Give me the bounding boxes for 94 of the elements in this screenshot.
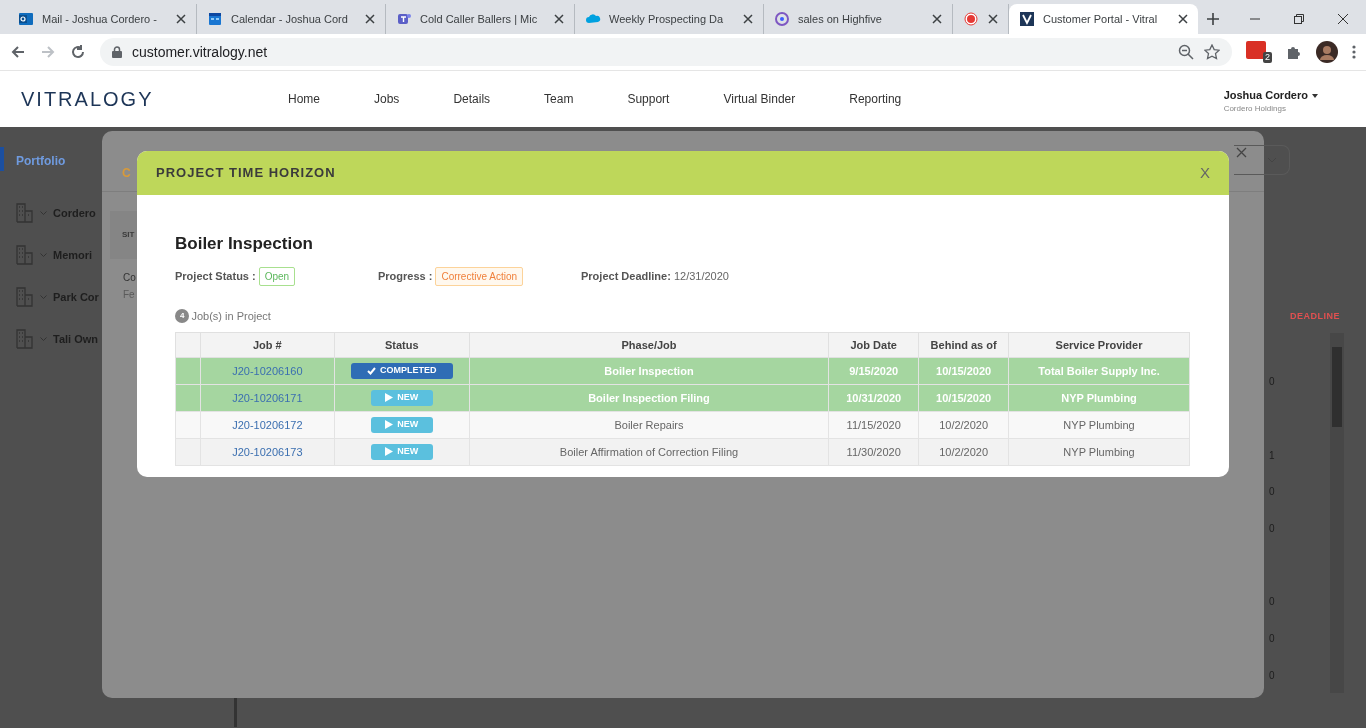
nav-link[interactable]: Virtual Binder [696, 90, 823, 108]
table-cell: Boiler Affirmation of Correction Filing [469, 438, 829, 466]
ring-icon [774, 11, 790, 27]
site-icon [1019, 11, 1035, 27]
tab-title: Weekly Prospecting Da [609, 11, 724, 27]
active-marker [0, 147, 4, 171]
jobs-count-label: Job(s) in Project [191, 308, 271, 324]
tab-title: sales on Highfive [798, 11, 882, 27]
table-cell: Boiler Inspection Filing [469, 384, 829, 412]
tab-title: Calendar - Joshua Cord [231, 11, 348, 27]
tab-title: Mail - Joshua Cordero - [42, 11, 157, 27]
table-cell: NYP Plumbing [1008, 384, 1190, 412]
building-icon [16, 329, 34, 349]
logo[interactable]: VITRALOGY [21, 84, 261, 114]
table-row[interactable]: J20-10206173 NEW Boiler Affirmation of Correction Filing 11/30/2020 10/2/2020 NYP Plumbing [175, 438, 1190, 466]
nav-link[interactable]: Support [600, 90, 697, 108]
nav-link[interactable]: Jobs [347, 90, 427, 108]
avatar-icon[interactable] [1316, 41, 1338, 63]
column-heading: DEADLINE [1290, 310, 1340, 323]
back-icon[interactable] [10, 44, 26, 60]
record-icon [963, 11, 979, 27]
sidebar-title: Portfolio [16, 153, 66, 170]
browser-tab[interactable]: Customer Portal - Vitral [1009, 4, 1198, 34]
new-tab-icon[interactable] [1206, 12, 1220, 26]
table-cell: NYP Plumbing [1008, 411, 1190, 439]
close-icon[interactable] [743, 14, 753, 24]
zoom-icon[interactable] [1178, 44, 1194, 60]
close-icon[interactable] [554, 14, 564, 24]
status-badge: Open [258, 266, 296, 286]
row-title: Co [123, 271, 136, 285]
column-header: Job # [200, 332, 335, 358]
nav-link[interactable]: Home [261, 90, 347, 108]
column-header: Phase/Job [469, 332, 829, 358]
table-cell: Boiler Inspection [469, 357, 829, 385]
status-badge: NEW [370, 416, 433, 433]
status-badge: COMPLETED [350, 362, 453, 379]
table-cell: Total Boiler Supply Inc. [1008, 357, 1190, 385]
table-cell: 10/2/2020 [918, 438, 1009, 466]
close-icon[interactable] [365, 14, 375, 24]
company-name: Cordero Holdings [1223, 103, 1287, 116]
user-menu[interactable]: Joshua Cordero [1223, 86, 1318, 104]
dialog-title: PROJECT TIME HORIZON [156, 164, 336, 183]
table-cell: 11/30/2020 [828, 438, 919, 466]
restore-icon[interactable] [1294, 14, 1304, 24]
table-cell: Boiler Repairs [469, 411, 829, 439]
deadline-text: Project Deadline: 12/31/2020 [581, 268, 729, 284]
progress-label: Progress : [378, 268, 433, 284]
calendar-icon [207, 11, 223, 27]
count-badge: 4 [175, 308, 190, 323]
column-header: Job Date [828, 332, 919, 358]
address-bar[interactable]: customer.vitralogy.net [100, 38, 1232, 66]
close-icon[interactable] [1338, 14, 1348, 24]
chat-app-icon [396, 11, 412, 27]
scrollbar[interactable] [1330, 333, 1344, 693]
subtitle: C [122, 165, 131, 182]
project-heading: Boiler Inspection [175, 233, 314, 255]
status-badge: NEW [370, 443, 433, 460]
table-cell: NYP Plumbing [1008, 438, 1190, 466]
url-text: customer.vitralogy.net [132, 42, 269, 62]
building-icon [16, 203, 34, 223]
table-cell: 9/15/2020 [828, 357, 919, 385]
close-icon[interactable] [1178, 14, 1188, 24]
table-cell: 10/2/2020 [918, 411, 1009, 439]
extension-badge: 2 [1263, 52, 1272, 63]
table-cell: 10/31/2020 [828, 384, 919, 412]
nav-link[interactable]: Details [426, 90, 518, 108]
status-badge: NEW [370, 389, 433, 406]
reload-icon[interactable] [70, 44, 86, 60]
column-header: Service Provider [1008, 332, 1190, 358]
lock-icon [112, 46, 122, 58]
progress-badge: Corrective Action [435, 266, 523, 286]
table-cell: 11/15/2020 [828, 411, 919, 439]
close-button[interactable]: X [1200, 161, 1210, 185]
column-header: Status [334, 332, 470, 358]
tab-title: Customer Portal - Vitral [1043, 11, 1158, 27]
menu-icon[interactable] [1352, 44, 1356, 60]
nav-link[interactable]: Reporting [822, 90, 929, 108]
table-row[interactable]: J20-10206160 COMPLETED Boiler Inspection 9/15/2020 10/15/2020 Total Boiler Supply Inc. [175, 357, 1190, 385]
extension-button[interactable] [1246, 41, 1266, 59]
tab-title: Cold Caller Ballers | Mic [420, 11, 538, 27]
table-cell: 10/15/2020 [918, 384, 1009, 412]
puzzle-icon[interactable] [1286, 44, 1302, 60]
star-icon[interactable] [1204, 44, 1220, 60]
building-icon [16, 287, 34, 307]
building-icon [16, 245, 34, 265]
close-icon[interactable] [988, 14, 998, 24]
table-cell: 10/15/2020 [918, 357, 1009, 385]
column-header: Behind as of [918, 332, 1009, 358]
close-icon[interactable] [176, 14, 186, 24]
status-label: Project Status : [175, 268, 256, 284]
table-row[interactable]: J20-10206172 NEW Boiler Repairs 11/15/2020 10/2/2020 NYP Plumbing [175, 411, 1190, 439]
nav-link[interactable]: Team [517, 90, 601, 108]
envelope-icon [18, 11, 34, 27]
close-icon[interactable] [932, 14, 942, 24]
